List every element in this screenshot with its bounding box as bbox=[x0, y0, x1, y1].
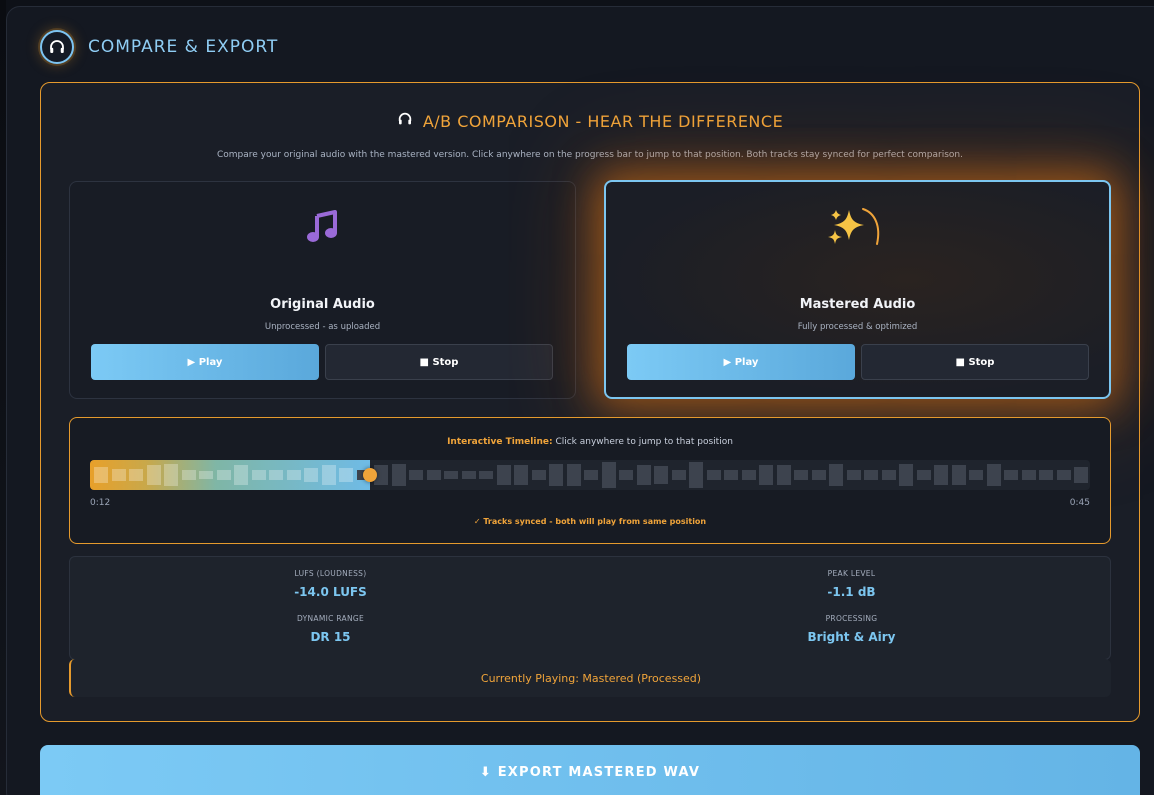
waveform-bar bbox=[164, 464, 178, 486]
mastered-audio-subtitle: Fully processed & optimized bbox=[797, 322, 918, 332]
waveform-bar bbox=[391, 464, 406, 486]
waveform-bar bbox=[181, 470, 196, 480]
waveform-bar bbox=[671, 470, 686, 480]
waveform-bar bbox=[899, 464, 913, 486]
original-play-button[interactable]: ▶ Play bbox=[91, 344, 319, 380]
current-time: 0:12 bbox=[90, 498, 111, 508]
waveform-bar bbox=[94, 467, 108, 483]
stat-lufs-value: -14.0 LUFS bbox=[294, 585, 367, 599]
waveform-bar bbox=[741, 470, 756, 480]
waveform-bar bbox=[969, 470, 983, 480]
waveform-bar bbox=[1056, 470, 1071, 480]
waveform-bar bbox=[794, 470, 808, 480]
waveform-bar bbox=[199, 471, 213, 479]
waveform-bar bbox=[566, 464, 581, 486]
waveform-bar bbox=[601, 462, 616, 488]
waveform-bar bbox=[461, 471, 476, 479]
waveform-bar bbox=[689, 462, 703, 488]
now-playing-status: Currently Playing: Mastered (Processed) bbox=[69, 659, 1111, 697]
waveform-bar bbox=[146, 465, 161, 485]
timeline-hint: Interactive Timeline: Click anywhere to … bbox=[70, 437, 1110, 447]
original-audio-subtitle: Unprocessed - as uploaded bbox=[264, 322, 381, 332]
waveform-bar bbox=[479, 471, 493, 479]
waveform-bar bbox=[496, 465, 511, 485]
waveform-bar bbox=[1021, 470, 1036, 480]
waveform-bar bbox=[881, 470, 896, 480]
timeline-hint-text: Click anywhere to jump to that position bbox=[552, 437, 733, 447]
waveform-bar bbox=[1039, 470, 1053, 480]
mastered-stop-button[interactable]: ■ Stop bbox=[861, 344, 1089, 380]
waveform-bar bbox=[916, 470, 931, 480]
waveform-bar bbox=[286, 470, 301, 480]
waveform-bar bbox=[846, 470, 861, 480]
stat-processing: PROCESSING Bright & Airy bbox=[591, 614, 1112, 644]
original-stop-button[interactable]: ■ Stop bbox=[325, 344, 553, 380]
timeline-panel: Interactive Timeline: Click anywhere to … bbox=[69, 417, 1111, 544]
audio-stats-panel: LUFS (LOUDNESS) -14.0 LUFS PEAK LEVEL -1… bbox=[69, 556, 1111, 660]
waveform-bar bbox=[951, 465, 966, 485]
waveform-bar bbox=[864, 470, 878, 480]
waveform-bar bbox=[619, 470, 633, 480]
mastered-play-button[interactable]: ▶ Play bbox=[627, 344, 855, 380]
waveform-bar bbox=[636, 465, 651, 485]
waveform-bar bbox=[934, 465, 948, 485]
stat-peak-label: PEAK LEVEL bbox=[827, 569, 876, 578]
waveform-bar bbox=[776, 465, 791, 485]
waveform-bar bbox=[304, 468, 318, 482]
playhead-handle[interactable] bbox=[363, 468, 377, 482]
ab-title-text: A/B COMPARISON - HEAR THE DIFFERENCE bbox=[422, 111, 784, 131]
stat-lufs: LUFS (LOUDNESS) -14.0 LUFS bbox=[70, 569, 591, 599]
export-mastered-wav-button[interactable]: ⬇ EXPORT MASTERED WAV bbox=[40, 745, 1140, 795]
headphones-icon bbox=[40, 30, 74, 64]
ab-comparison-panel: A/B COMPARISON - HEAR THE DIFFERENCE Com… bbox=[40, 82, 1140, 722]
waveform-bar bbox=[251, 470, 266, 480]
mastered-audio-card: Mastered Audio Fully processed & optimiz… bbox=[604, 180, 1111, 399]
total-time: 0:45 bbox=[1069, 498, 1090, 508]
waveform-bar bbox=[409, 470, 423, 480]
stat-processing-value: Bright & Airy bbox=[807, 630, 896, 644]
waveform-bar bbox=[986, 464, 1001, 486]
stat-dynamic-range: DYNAMIC RANGE DR 15 bbox=[70, 614, 591, 644]
waveform-bar bbox=[759, 465, 773, 485]
headphones-icon bbox=[397, 111, 413, 131]
waveform-bar bbox=[216, 470, 231, 480]
waveform-bar bbox=[549, 464, 563, 486]
waveform-bar bbox=[1004, 470, 1018, 480]
stat-peak-value: -1.1 dB bbox=[827, 585, 876, 599]
waveform-bar bbox=[111, 469, 126, 481]
waveform-bar bbox=[234, 465, 248, 485]
waveform-bar bbox=[654, 466, 668, 484]
sync-status: ✓ Tracks synced - both will play from sa… bbox=[473, 517, 707, 526]
section-header: COMPARE & EXPORT bbox=[40, 30, 278, 64]
stat-lufs-label: LUFS (LOUDNESS) bbox=[294, 569, 367, 578]
waveform-bar bbox=[811, 470, 826, 480]
stat-peak: PEAK LEVEL -1.1 dB bbox=[591, 569, 1112, 599]
original-audio-title: Original Audio bbox=[270, 297, 375, 312]
waveform-bar bbox=[531, 470, 546, 480]
sparkles-icon bbox=[606, 206, 1109, 254]
stat-dynamic-range-value: DR 15 bbox=[310, 630, 351, 644]
section-title: COMPARE & EXPORT bbox=[88, 37, 279, 57]
waveform-bar bbox=[321, 465, 336, 485]
waveform-bar bbox=[829, 464, 843, 486]
mastered-audio-title: Mastered Audio bbox=[799, 297, 916, 312]
ab-description: Compare your original audio with the mas… bbox=[217, 150, 963, 160]
waveform-bar bbox=[269, 470, 283, 480]
waveform-bar bbox=[339, 468, 353, 482]
ab-title: A/B COMPARISON - HEAR THE DIFFERENCE bbox=[41, 111, 1139, 131]
waveform-bar bbox=[514, 465, 528, 485]
waveform-bar bbox=[426, 470, 441, 480]
timeline-hint-label: Interactive Timeline: bbox=[447, 437, 553, 447]
original-audio-card: Original Audio Unprocessed - as uploaded… bbox=[69, 181, 576, 399]
stat-processing-label: PROCESSING bbox=[825, 614, 878, 623]
waveform-progress-bar[interactable] bbox=[90, 460, 1090, 490]
waveform-bar bbox=[706, 470, 721, 480]
waveform-bar bbox=[584, 470, 598, 480]
waveform-bar bbox=[724, 470, 738, 480]
waveform-bar bbox=[129, 469, 143, 481]
waveform-bar bbox=[1074, 467, 1088, 483]
waveform-bar bbox=[444, 471, 458, 479]
stat-dynamic-range-label: DYNAMIC RANGE bbox=[296, 614, 365, 623]
music-note-icon bbox=[70, 206, 575, 246]
